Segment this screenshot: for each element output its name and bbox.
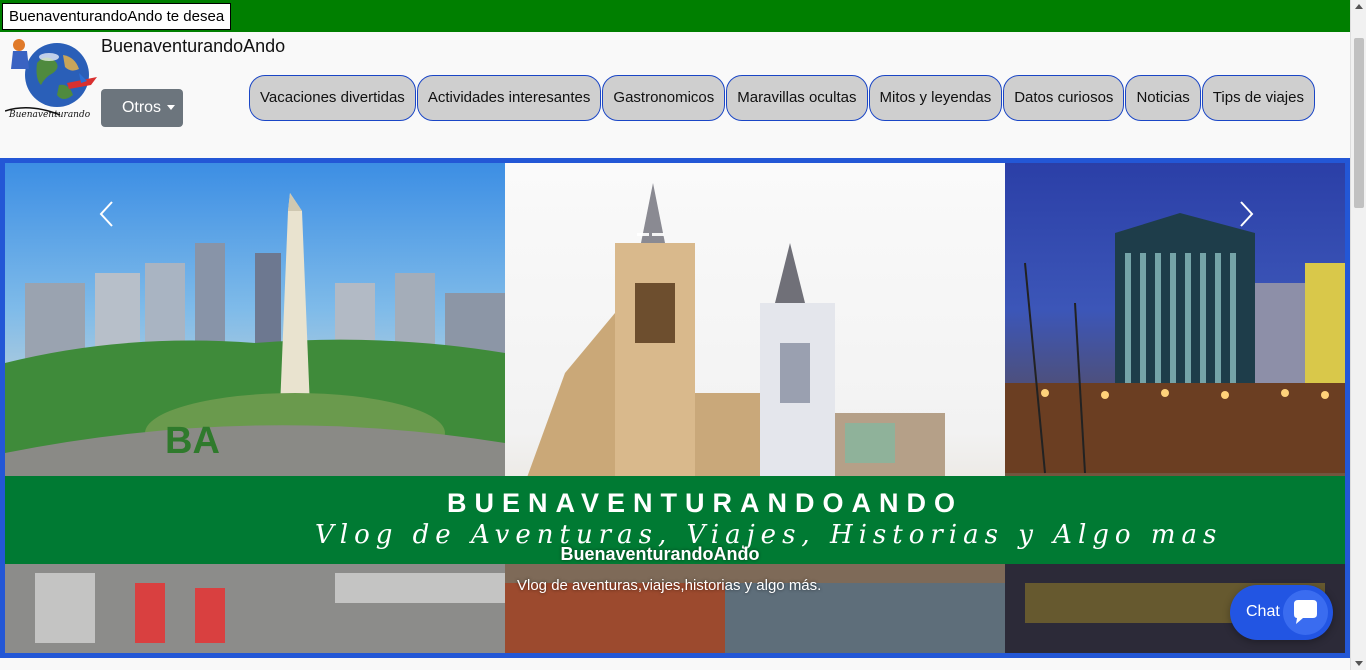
nav-datos-curiosos[interactable]: Datos curiosos <box>1003 75 1125 121</box>
chat-button[interactable]: Chat <box>1230 585 1333 640</box>
otros-dropdown-button[interactable]: Otros <box>101 89 183 127</box>
marquee-greeting: BuenaventurandoAndo te desea <box>2 3 232 30</box>
otros-label: Otros <box>121 99 162 116</box>
site-logo[interactable]: Buenaventurando <box>4 33 105 128</box>
hero-image-obelisk: BA <box>5 163 505 653</box>
scroll-up-icon[interactable] <box>1355 4 1363 9</box>
carousel-indicator[interactable] <box>652 233 664 236</box>
page-scrollbar[interactable] <box>1350 0 1366 670</box>
banner-title: BUENAVENTURANDOANDO <box>447 488 963 518</box>
carousel-indicator[interactable] <box>637 233 649 236</box>
nav-maravillas-ocultas[interactable]: Maravillas ocultas <box>726 75 868 121</box>
carousel-prev-button[interactable] <box>97 200 117 228</box>
main-nav: Vacaciones divertidas Actividades intere… <box>249 75 1316 121</box>
site-title[interactable]: BuenaventurandoAndo <box>101 36 285 57</box>
carousel-indicators <box>637 233 667 236</box>
nav-noticias[interactable]: Noticias <box>1125 75 1201 121</box>
carousel-next-button[interactable] <box>1236 200 1256 228</box>
scroll-down-icon[interactable] <box>1355 661 1363 666</box>
carousel-caption-text: Vlog de aventuras,viajes,historias y alg… <box>517 577 822 594</box>
logo-text: Buenaventurando <box>8 110 91 120</box>
top-bar: BuenaventurandoAndo te desea <box>0 0 1350 32</box>
chevron-right-icon <box>1240 201 1254 227</box>
caret-down-icon <box>167 105 176 111</box>
nav-tips-de-viajes[interactable]: Tips de viajes <box>1201 75 1315 121</box>
nav-mitos-y-leyendas[interactable]: Mitos y leyendas <box>868 75 1003 121</box>
nav-gastronomicos[interactable]: Gastronomicos <box>602 75 726 121</box>
svg-text:BA: BA <box>165 420 220 462</box>
carousel-caption-title: BuenaventurandoAndo <box>560 544 760 564</box>
chat-bubble-icon <box>1283 590 1328 635</box>
scroll-thumb[interactable] <box>1354 38 1364 208</box>
nav-actividades-interesantes[interactable]: Actividades interesantes <box>416 75 602 121</box>
chat-label: Chat <box>1246 603 1280 620</box>
nav-vacaciones-divertidas[interactable]: Vacaciones divertidas <box>249 75 416 121</box>
hero-image-puerto-madero <box>1005 163 1345 653</box>
chevron-left-icon <box>99 201 113 227</box>
